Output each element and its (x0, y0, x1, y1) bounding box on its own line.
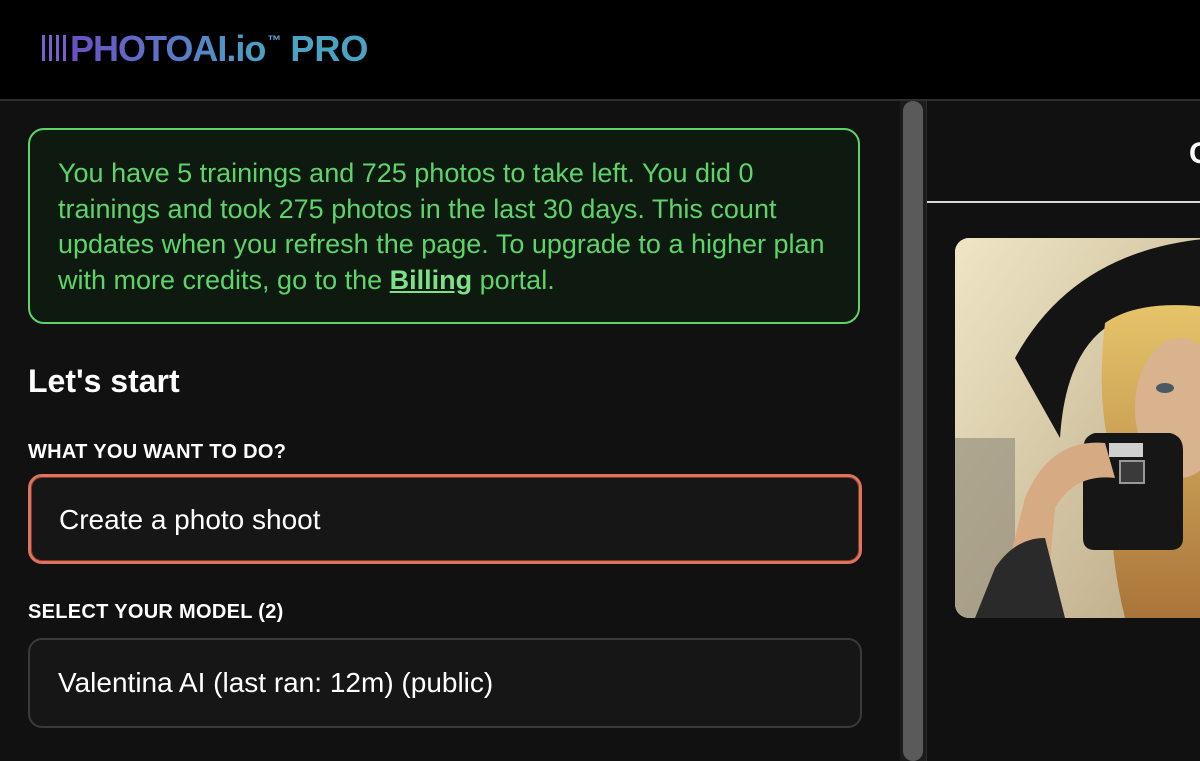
sample-photo (955, 238, 1200, 618)
logo-trademark: ™ (267, 32, 281, 48)
task-select-value: Create a photo shoot (59, 504, 321, 535)
task-select[interactable]: Create a photo shoot (28, 474, 862, 564)
model-select[interactable]: Valentina AI (last ran: 12m) (public) (28, 638, 862, 728)
tab-underline (927, 201, 1200, 203)
credits-notice-text-end: portal. (472, 264, 555, 295)
scrollbar[interactable] (900, 101, 926, 761)
model-label: SELECT YOUR MODEL (2) (28, 601, 284, 623)
top-bar: PHOTOAI.io ™ PRO (0, 0, 1200, 101)
preview-panel: C (926, 101, 1200, 761)
logo-text: PHOTOAI.io (70, 28, 266, 69)
section-title: Let's start (28, 363, 180, 399)
scrollbar-thumb[interactable] (903, 101, 923, 761)
task-label: WHAT YOU WANT TO DO? (28, 441, 287, 463)
billing-link[interactable]: Billing (390, 265, 473, 295)
logo[interactable]: PHOTOAI.io ™ PRO (42, 28, 368, 72)
logo-pro-badge: PRO (290, 28, 369, 69)
model-select-value: Valentina AI (last ran: 12m) (public) (58, 667, 494, 698)
main-panel: You have 5 trainings and 725 photos to t… (0, 101, 900, 761)
credits-notice: You have 5 trainings and 725 photos to t… (28, 128, 860, 324)
preview-tab[interactable]: C (1189, 137, 1200, 171)
logo-bars-icon (42, 33, 66, 61)
